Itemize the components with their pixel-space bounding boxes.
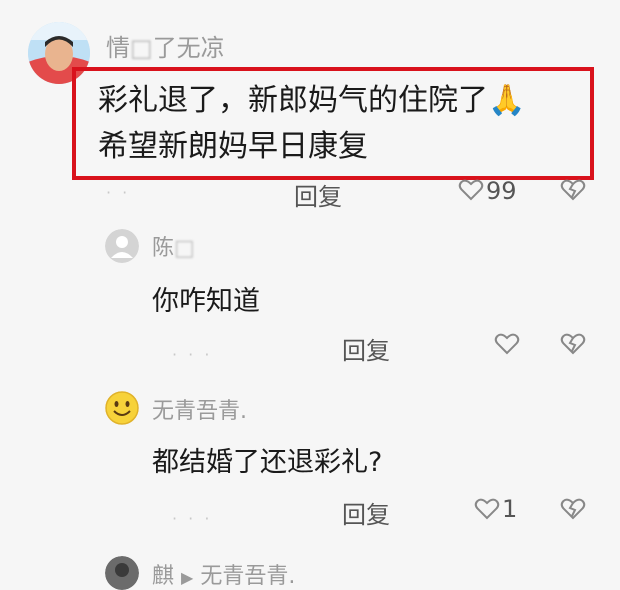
comment-timestamp: · · [106, 183, 131, 202]
reply-username[interactable]: 无青吾青. [152, 393, 247, 425]
like-icon[interactable] [494, 332, 520, 356]
reply-username[interactable]: 麒 ▶ 无青吾青. [152, 558, 295, 590]
reply-username[interactable]: 陈□ [152, 230, 195, 262]
comment-text-line2: 希望新朗妈早日康复 [98, 129, 368, 164]
dislike-icon[interactable] [560, 178, 586, 202]
reply-button[interactable]: 回复 [342, 495, 390, 530]
reply-timestamp: · · · [172, 345, 213, 364]
reply-button[interactable]: 回复 [342, 331, 390, 366]
comment-username[interactable]: 情□了无凉 [106, 28, 225, 63]
dislike-icon[interactable] [560, 497, 586, 521]
like-icon[interactable] [474, 497, 500, 521]
smiley-avatar[interactable] [105, 391, 139, 425]
pray-emoji: 🙏 [488, 83, 526, 118]
like-icon[interactable] [458, 178, 484, 202]
comment-text-line1: 彩礼退了，新郎妈气的住院了🙏 [98, 83, 526, 118]
reply-text: 都结婚了还退彩礼? [152, 447, 383, 478]
dislike-icon[interactable] [560, 332, 586, 356]
like-count: 99 [486, 177, 517, 205]
reply-timestamp: · · · [172, 509, 213, 528]
reply-button[interactable]: 回复 [294, 177, 342, 212]
reply-text: 你咋知道 [152, 286, 260, 317]
reply-arrow-icon: ▶ [181, 568, 194, 587]
reply-avatar[interactable] [105, 229, 139, 263]
like-count: 1 [502, 495, 518, 523]
